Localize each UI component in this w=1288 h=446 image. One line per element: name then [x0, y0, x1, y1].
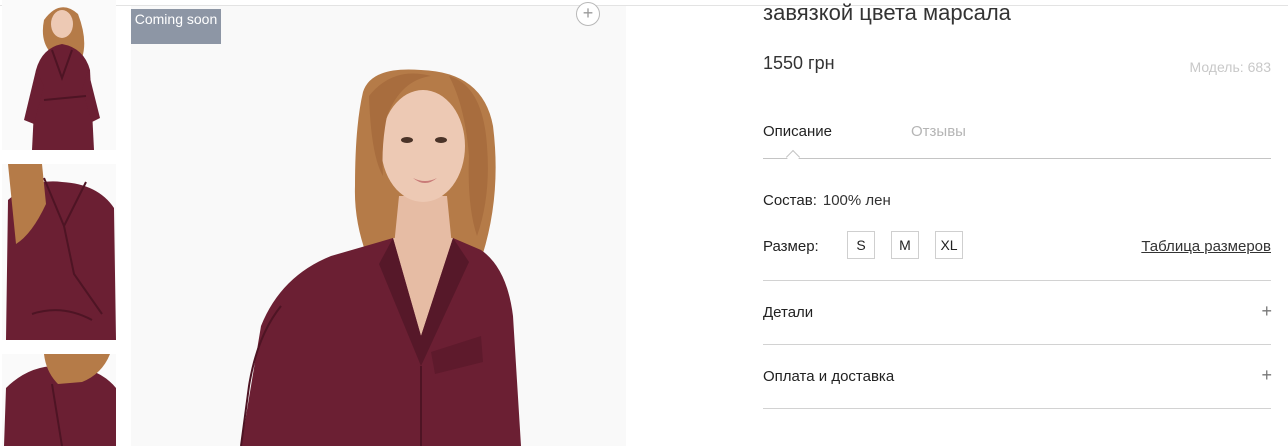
accordion-payment-delivery[interactable]: Оплата и доставка [763, 368, 894, 385]
composition-row: Состав: 100% лен [763, 192, 891, 209]
thumbnail-2-image [2, 164, 116, 340]
accordion-details[interactable]: Детали [763, 304, 813, 321]
thumbnail-3-image [2, 354, 116, 446]
thumbnail-1-image [2, 0, 116, 150]
thumbnail-1[interactable] [2, 0, 116, 150]
composition-value: 100% лен [822, 192, 891, 209]
plus-circle-icon[interactable]: + [576, 2, 600, 26]
size-label: Размер: [763, 238, 819, 255]
thumbnail-3[interactable] [2, 354, 116, 446]
tab-description[interactable]: Описание [763, 123, 832, 140]
product-price: 1550 грн [763, 53, 835, 73]
active-tab-pointer [785, 149, 801, 165]
plus-icon[interactable]: + [1261, 365, 1272, 386]
size-option-s[interactable]: S [847, 231, 875, 259]
model-value: 683 [1247, 59, 1271, 75]
model-label: Модель: [1189, 59, 1244, 75]
composition-label: Состав: [763, 192, 817, 209]
coming-soon-badge: Coming soon [131, 9, 221, 44]
product-main-image[interactable] [131, 6, 626, 446]
divider [763, 408, 1271, 409]
divider [763, 344, 1271, 345]
thumbnail-2[interactable] [2, 164, 116, 340]
size-option-xl[interactable]: XL [935, 231, 963, 259]
tabs-underline [763, 158, 1271, 159]
model-info: Модель: 683 [1186, 59, 1272, 75]
plus-icon[interactable]: + [1261, 301, 1272, 322]
size-option-m[interactable]: M [891, 231, 919, 259]
product-title: завязкой цвета марсала [763, 0, 1011, 25]
divider [763, 280, 1271, 281]
size-chart-link[interactable]: Таблица размеров [1141, 238, 1271, 255]
tab-reviews[interactable]: Отзывы [911, 123, 966, 140]
model-photo [131, 6, 626, 446]
